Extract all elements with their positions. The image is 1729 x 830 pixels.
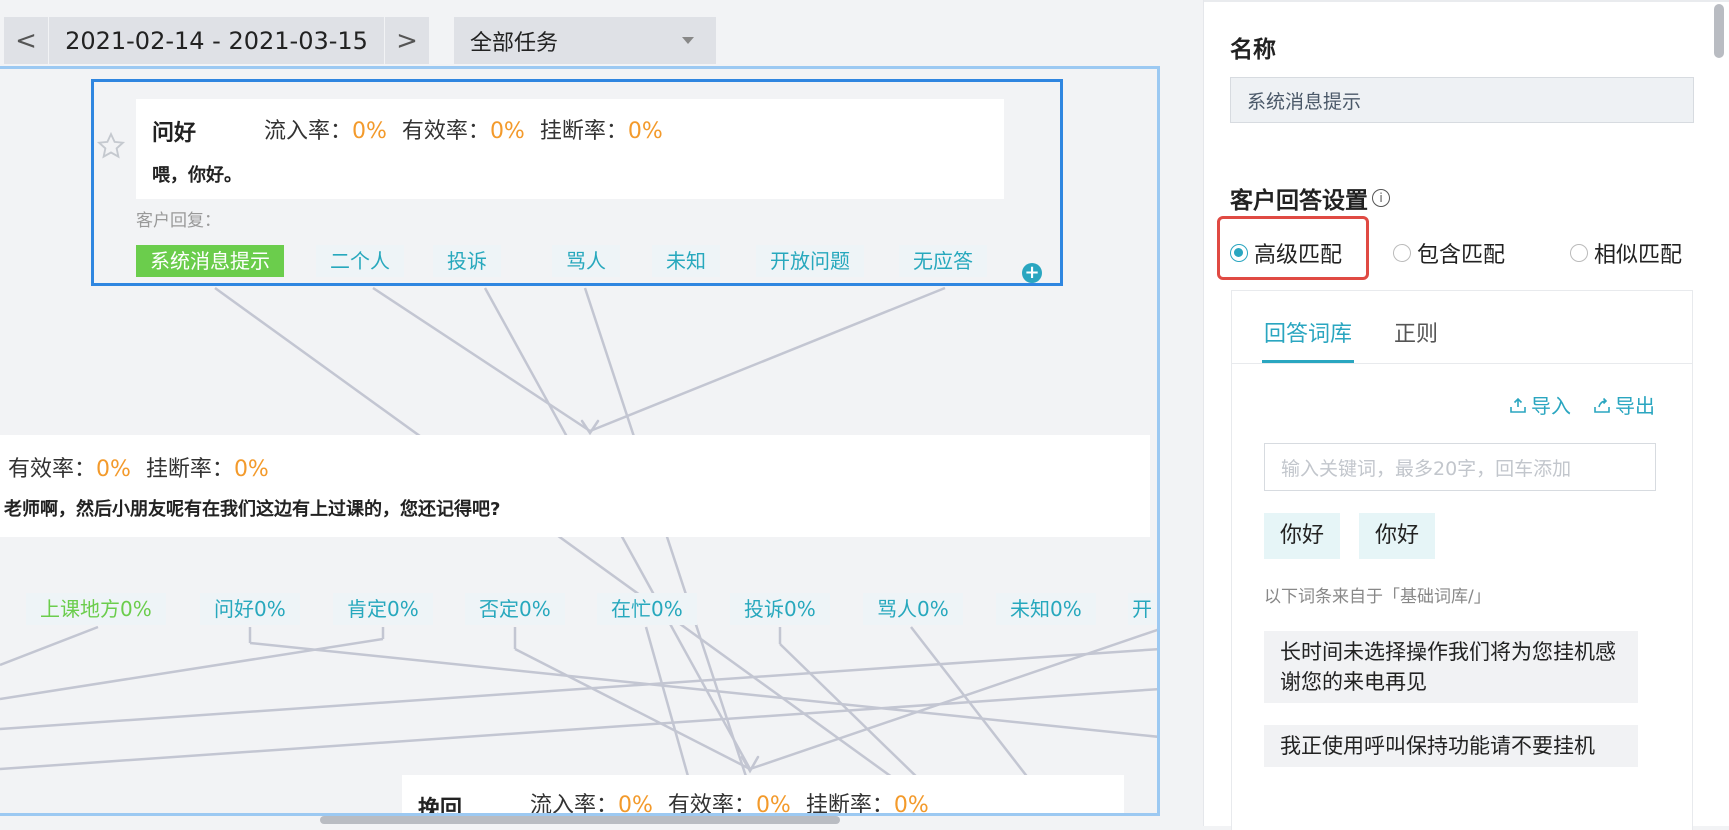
export-button[interactable]: 导出 (1593, 390, 1655, 419)
match-mode-label: 相似匹配 (1594, 243, 1683, 268)
valid-value: 0% (755, 793, 791, 816)
inflow-label: 流入率： (530, 793, 619, 816)
library-phrase: 长时间未选择操作我们将为您挂机感谢您的来电再见 (1264, 631, 1638, 703)
valid-label: 有效率： (667, 793, 756, 816)
tabs-divider (1232, 363, 1692, 364)
tab-answer-library[interactable]: 回答词库 (1264, 316, 1352, 348)
branch-tag[interactable]: 问好0% (200, 593, 300, 625)
highlight-annotation-box (1217, 216, 1369, 280)
node-metrics: 流入率：0% 有效率：0% 挂断率：0% (530, 787, 929, 816)
branch-tag[interactable]: 否定0% (465, 593, 565, 625)
keyword-chip[interactable]: 你好 (1359, 513, 1436, 559)
hangup-label: 挂断率： (805, 793, 894, 816)
answer-library-card: 回答词库 正则 导入 导出 输入关键词，最多20字，回车添加 你好 你好 以下词… (1231, 290, 1693, 830)
valid-value: 0% (96, 457, 131, 482)
branch-tag[interactable]: 在忙0% (597, 593, 697, 625)
valid-label: 有效率： (8, 457, 97, 482)
panel-divider (1204, 0, 1729, 2)
node-message: 老师啊，然后小朋友呢有在我们这边有上过课的，您还记得吧? (4, 499, 501, 520)
date-range-picker[interactable]: 2021-02-14 - 2021-03-15 (49, 17, 384, 64)
inflow-value: 0% (618, 793, 653, 816)
next-range-button[interactable]: > (385, 17, 429, 64)
export-label: 导出 (1615, 394, 1655, 418)
export-icon (1594, 397, 1610, 413)
keyword-input[interactable]: 输入关键词，最多20字，回车添加 (1264, 443, 1656, 491)
branch-tag[interactable]: 肯定0% (333, 593, 433, 625)
branch-tag[interactable]: 骂人0% (863, 593, 963, 625)
tab-regex[interactable]: 正则 (1394, 316, 1438, 348)
panel-scrollbar[interactable] (1714, 4, 1724, 58)
library-phrase: 我正使用呼叫保持功能请不要挂机 (1264, 725, 1638, 767)
canvas-horizontal-scrollbar[interactable] (320, 816, 840, 824)
radio-unchecked-icon (1570, 244, 1588, 262)
branch-tag[interactable]: 开 (1128, 593, 1156, 625)
selected-node-outline (91, 79, 1063, 286)
flow-canvas[interactable]: 问好 流入率：0% 有效率：0% 挂断率：0% 喂，你好。 客户回复： 系统消息… (0, 66, 1160, 816)
match-mode-label: 包含匹配 (1417, 243, 1506, 268)
canvas-vertical-scrollbar[interactable] (1159, 77, 1160, 417)
branch-tag[interactable]: 未知0% (996, 593, 1096, 625)
import-button[interactable]: 导入 (1509, 390, 1571, 419)
chevron-left-icon: < (15, 25, 37, 56)
name-label: 名称 (1230, 37, 1276, 63)
hangup-value: 0% (233, 457, 269, 482)
prev-range-button[interactable]: < (4, 17, 48, 64)
match-mode-contains[interactable]: 包含匹配 (1393, 237, 1505, 269)
branch-tag[interactable]: 上课地方0% (26, 593, 166, 625)
date-range-text: 2021-02-14 - 2021-03-15 (65, 26, 368, 55)
node-card-second[interactable]: 有效率：0% 挂断率：0% 老师啊，然后小朋友呢有在我们这边有上过课的，您还记得… (0, 435, 1150, 537)
keyword-chip[interactable]: 你好 (1264, 513, 1341, 559)
import-label: 导入 (1531, 394, 1571, 418)
info-icon[interactable]: i (1372, 189, 1390, 207)
hangup-value: 0% (893, 793, 929, 816)
task-filter-select[interactable]: 全部任务 (454, 17, 716, 64)
task-filter-value: 全部任务 (470, 30, 559, 56)
hangup-label: 挂断率： (145, 457, 234, 482)
node-metrics: 有效率：0% 挂断率：0% (8, 451, 269, 483)
node-title: 挽回 (418, 797, 463, 816)
caret-down-icon (682, 37, 694, 44)
radio-unchecked-icon (1393, 244, 1411, 262)
keyword-placeholder: 输入关键词，最多20字，回车添加 (1281, 457, 1572, 480)
answer-settings-heading: 客户回答设置 i (1230, 181, 1390, 215)
name-field-value: 系统消息提示 (1247, 90, 1362, 113)
node-settings-panel: 名称 系统消息提示 客户回答设置 i 高级匹配 包含匹配 相似匹配 回答词库 正… (1203, 0, 1729, 830)
import-icon (1510, 397, 1526, 413)
name-field[interactable]: 系统消息提示 (1230, 77, 1694, 123)
answer-settings-label: 客户回答设置 (1230, 188, 1368, 214)
branch-tag[interactable]: 投诉0% (730, 593, 830, 625)
library-source-note: 以下词条来自于「基础词库/」 (1264, 587, 1491, 607)
match-mode-similar[interactable]: 相似匹配 (1570, 237, 1682, 269)
active-tab-indicator (1262, 360, 1354, 363)
chevron-right-icon: > (396, 25, 418, 56)
node-card-retain[interactable]: 挽回 流入率：0% 有效率：0% 挂断率：0% (402, 775, 1124, 816)
